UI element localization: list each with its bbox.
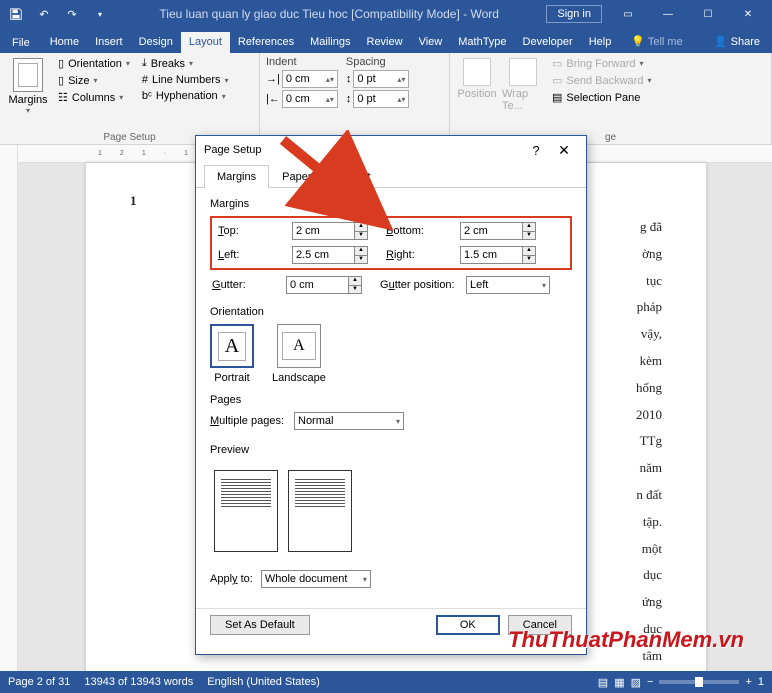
- bring-forward-button: ▭ Bring Forward ▾: [548, 56, 655, 71]
- qat-more[interactable]: ▾: [88, 3, 112, 25]
- wrap-text-button: Wrap Te...: [502, 56, 544, 130]
- status-language[interactable]: English (United States): [207, 676, 320, 688]
- tab-design[interactable]: Design: [131, 32, 181, 53]
- section-orientation: Orientation: [210, 306, 572, 318]
- tab-view[interactable]: View: [411, 32, 451, 53]
- zoom-level[interactable]: 1: [758, 676, 764, 688]
- right-input[interactable]: ▲▼: [460, 246, 544, 264]
- zoom-in[interactable]: +: [745, 676, 751, 688]
- status-page[interactable]: Page 2 of 31: [8, 676, 70, 688]
- breaks-button[interactable]: ⤓ Breaks ▾: [138, 56, 233, 71]
- share-button[interactable]: 👤 Share: [706, 31, 772, 53]
- orientation-landscape[interactable]: A Landscape: [272, 324, 326, 384]
- line-numbers-button[interactable]: # Line Numbers ▾: [138, 73, 233, 87]
- spacing-before[interactable]: ↕ 0 pt▴▾: [346, 70, 410, 88]
- orientation-button[interactable]: ▯ Orientation ▾: [54, 56, 134, 71]
- ok-button[interactable]: OK: [436, 615, 500, 635]
- tab-file[interactable]: File: [0, 33, 42, 53]
- gutter-input[interactable]: ▲▼: [286, 276, 370, 294]
- orientation-portrait[interactable]: A Portrait: [210, 324, 254, 384]
- view-read[interactable]: ▤: [598, 676, 608, 689]
- right-label: Right:: [386, 249, 450, 261]
- apply-to-select[interactable]: Whole document▾: [261, 570, 371, 588]
- vertical-ruler: [0, 145, 18, 693]
- view-print[interactable]: ▦: [614, 676, 624, 689]
- dialog-close[interactable]: ✕: [550, 142, 578, 159]
- status-words[interactable]: 13943 of 13943 words: [84, 676, 193, 688]
- section-margins: Margins: [210, 198, 572, 210]
- signin-button[interactable]: Sign in: [546, 5, 602, 23]
- undo-button[interactable]: ↶: [32, 3, 56, 25]
- ribbon-tabs: File Home Insert Design Layout Reference…: [0, 28, 772, 53]
- page-setup-dialog: Page Setup ? ✕ Margins Paper Layout Marg…: [195, 135, 587, 655]
- section-preview: Preview: [210, 444, 572, 456]
- dialog-title: Page Setup: [204, 144, 522, 156]
- statusbar: Page 2 of 31 13943 of 13943 words Englis…: [0, 671, 772, 693]
- bottom-input[interactable]: ▲▼: [460, 222, 544, 240]
- tab-review[interactable]: Review: [359, 32, 411, 53]
- tab-mathtype[interactable]: MathType: [450, 32, 514, 53]
- tab-developer[interactable]: Developer: [515, 32, 581, 53]
- minimize-button[interactable]: —: [648, 0, 688, 28]
- tab-home[interactable]: Home: [42, 32, 87, 53]
- gutter-label: Gutter:: [212, 279, 276, 291]
- bottom-label: Bottom:: [386, 225, 450, 237]
- tab-insert[interactable]: Insert: [87, 32, 131, 53]
- save-button[interactable]: [4, 3, 28, 25]
- close-button[interactable]: ✕: [728, 0, 768, 28]
- hyphenation-button[interactable]: bᶜ Hyphenation ▾: [138, 89, 233, 103]
- send-backward-button: ▭ Send Backward ▾: [548, 73, 655, 88]
- ribbon-options[interactable]: ▭: [608, 0, 648, 28]
- dlg-tab-layout[interactable]: Layout: [324, 165, 383, 188]
- indent-right[interactable]: |← 0 cm▴▾: [266, 90, 338, 108]
- tab-references[interactable]: References: [230, 32, 302, 53]
- left-input[interactable]: ▲▼: [292, 246, 376, 264]
- zoom-out[interactable]: −: [647, 676, 653, 688]
- top-label: Top:: [218, 225, 282, 237]
- watermark: ThuThuatPhanMem.vn: [508, 627, 744, 653]
- dialog-help[interactable]: ?: [522, 143, 550, 158]
- position-button: Position: [456, 56, 498, 130]
- selection-pane-button[interactable]: ▤ Selection Pane: [548, 90, 655, 105]
- tab-layout[interactable]: Layout: [181, 32, 230, 53]
- preview-box: [210, 462, 572, 560]
- wrap-icon: [509, 58, 537, 86]
- left-label: Left:: [218, 249, 282, 261]
- indent-header: Indent: [266, 56, 338, 68]
- redo-button[interactable]: ↷: [60, 3, 84, 25]
- apply-to-label: Apply to:: [210, 573, 253, 585]
- set-default-button[interactable]: Set As Default: [210, 615, 310, 635]
- size-button[interactable]: ▯ Size ▾: [54, 73, 134, 88]
- section-pages: Pages: [210, 394, 572, 406]
- tab-help[interactable]: Help: [581, 32, 620, 53]
- margins-button[interactable]: Margins▾: [6, 56, 50, 130]
- tell-me[interactable]: 💡 Tell me: [623, 31, 690, 53]
- gutter-pos-select[interactable]: Left▾: [466, 276, 550, 294]
- gutter-pos-label: Gutter position:: [380, 279, 456, 291]
- view-web[interactable]: ▨: [631, 676, 641, 689]
- spacing-header: Spacing: [346, 56, 410, 68]
- zoom-slider[interactable]: [659, 680, 739, 684]
- titlebar: ↶ ↷ ▾ Tieu luan quan ly giao duc Tieu ho…: [0, 0, 772, 28]
- margins-icon: [13, 58, 43, 92]
- top-input[interactable]: ▲▼: [292, 222, 376, 240]
- dlg-tab-paper[interactable]: Paper: [269, 165, 324, 188]
- multiple-pages-label: Multiple pages:: [210, 415, 284, 427]
- tab-mailings[interactable]: Mailings: [302, 32, 358, 53]
- ribbon: Margins▾ ▯ Orientation ▾ ▯ Size ▾ ☷ Colu…: [0, 53, 772, 145]
- spacing-after[interactable]: ↕ 0 pt▴▾: [346, 90, 410, 108]
- columns-button[interactable]: ☷ Columns ▾: [54, 90, 134, 105]
- maximize-button[interactable]: ☐: [688, 0, 728, 28]
- window-title: Tieu luan quan ly giao duc Tieu hoc [Com…: [112, 7, 546, 21]
- position-icon: [463, 58, 491, 86]
- dlg-tab-margins[interactable]: Margins: [204, 165, 269, 188]
- indent-left[interactable]: →| 0 cm▴▾: [266, 70, 338, 88]
- multiple-pages-select[interactable]: Normal▾: [294, 412, 404, 430]
